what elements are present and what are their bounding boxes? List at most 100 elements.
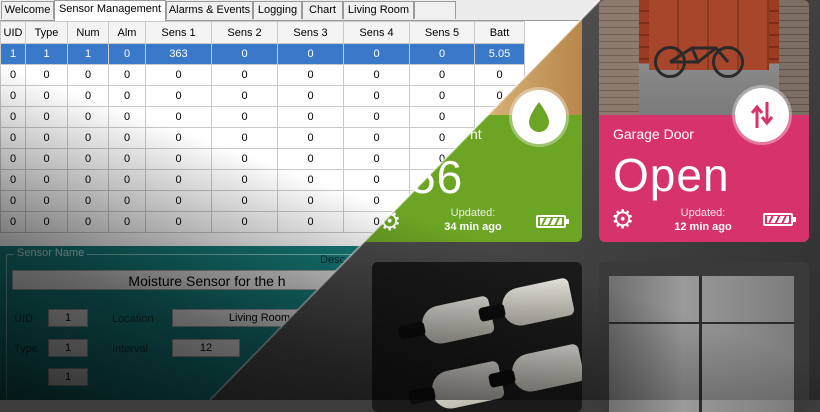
table-cell[interactable]: 0 [67, 85, 109, 107]
column-header[interactable]: Sens 1 [145, 21, 212, 44]
table-cell[interactable]: 0 [343, 127, 410, 149]
table-row[interactable]: 0000000000 [0, 127, 525, 149]
table-cell[interactable]: 0 [145, 190, 212, 212]
table-cell[interactable]: 0 [343, 148, 410, 170]
type-field[interactable]: 1 [48, 339, 88, 357]
table-cell[interactable]: 0 [0, 64, 26, 86]
table-cell[interactable]: 0 [0, 148, 26, 170]
table-cell[interactable]: 0 [25, 127, 68, 149]
garage-tile[interactable]: Garage Door Open Updated: 12 min ago ⚙ [599, 0, 809, 242]
table-cell[interactable]: 0 [67, 211, 109, 233]
table-cell[interactable]: 0 [25, 64, 68, 86]
table-cell[interactable]: 0 [409, 64, 475, 86]
table-cell[interactable]: 0 [211, 64, 278, 86]
table-cell[interactable]: 0 [25, 190, 68, 212]
table-cell[interactable]: 0 [67, 190, 109, 212]
column-header[interactable]: Sens 3 [277, 21, 344, 44]
column-header[interactable]: Alm [108, 21, 146, 44]
tab-chart[interactable]: Chart [302, 1, 343, 19]
column-header[interactable]: Sens 4 [343, 21, 410, 44]
garage-gear-icon[interactable]: ⚙ [611, 206, 634, 232]
table-cell[interactable]: 0 [277, 169, 344, 191]
table-cell[interactable]: 0 [0, 211, 26, 233]
table-cell[interactable]: 363 [145, 43, 212, 65]
table-cell[interactable]: 0 [67, 169, 109, 191]
table-row[interactable]: 0000000000 [0, 106, 525, 128]
table-cell[interactable]: 0 [0, 169, 26, 191]
table-cell[interactable]: 0 [343, 106, 410, 128]
uid-field[interactable]: 1 [48, 309, 88, 327]
table-cell[interactable]: 0 [211, 106, 278, 128]
table-cell[interactable]: 0 [145, 169, 212, 191]
table-cell[interactable]: 0 [474, 64, 525, 86]
table-cell[interactable]: 0 [409, 106, 475, 128]
table-cell[interactable]: 0 [145, 106, 212, 128]
tab-living-room[interactable]: Living Room [343, 1, 414, 19]
table-cell[interactable]: 0 [343, 169, 410, 191]
tab-alarms-events[interactable]: Alarms & Events [166, 1, 253, 19]
table-cell[interactable]: 1 [67, 43, 109, 65]
table-cell[interactable]: 0 [277, 148, 344, 170]
tab-sensor-management[interactable]: Sensor Management [54, 0, 166, 21]
wine-cellar-tile[interactable] [372, 262, 582, 412]
table-cell[interactable]: 0 [25, 148, 68, 170]
table-cell[interactable]: 0 [25, 169, 68, 191]
column-header[interactable]: Sens 5 [409, 21, 475, 44]
table-cell[interactable]: 0 [211, 85, 278, 107]
tab-blank[interactable] [414, 1, 456, 19]
table-cell[interactable]: 0 [211, 127, 278, 149]
table-cell[interactable]: 0 [343, 85, 410, 107]
table-cell[interactable]: 0 [211, 148, 278, 170]
table-cell[interactable]: 0 [0, 85, 26, 107]
table-cell[interactable]: 0 [0, 190, 26, 212]
table-cell[interactable]: 0 [277, 127, 344, 149]
table-cell[interactable]: 0 [108, 148, 146, 170]
table-cell[interactable]: 0 [108, 43, 146, 65]
table-cell[interactable]: 0 [211, 211, 278, 233]
table-row[interactable]: 1 1 1 0 363 0 0 0 0 5.05 [0, 43, 525, 65]
table-cell[interactable]: 0 [25, 211, 68, 233]
table-cell[interactable]: 0 [67, 127, 109, 149]
refrigerator-tile[interactable] [599, 262, 809, 412]
table-cell[interactable]: 0 [145, 85, 212, 107]
interval-field[interactable]: 12 [172, 339, 240, 357]
table-cell[interactable]: 0 [211, 190, 278, 212]
table-cell[interactable]: 0 [277, 85, 344, 107]
table-cell[interactable]: 0 [0, 106, 26, 128]
column-header[interactable]: Batt [474, 21, 525, 44]
column-header[interactable]: Type [25, 21, 68, 44]
table-cell[interactable]: 0 [108, 211, 146, 233]
table-cell[interactable]: 0 [277, 43, 344, 65]
tab-logging[interactable]: Logging [253, 1, 302, 19]
table-cell[interactable]: 0 [145, 127, 212, 149]
column-header[interactable]: Num [67, 21, 109, 44]
table-cell[interactable]: 0 [211, 169, 278, 191]
table-row[interactable]: 0000000000 [0, 85, 525, 107]
table-cell[interactable]: 0 [277, 190, 344, 212]
num-field[interactable]: 1 [48, 368, 88, 386]
table-cell[interactable]: 0 [145, 211, 212, 233]
table-cell[interactable]: 1 [25, 43, 68, 65]
column-header[interactable]: Sens 2 [211, 21, 278, 44]
table-cell[interactable]: 0 [343, 43, 410, 65]
table-cell[interactable]: 0 [108, 85, 146, 107]
column-header[interactable]: UID [0, 21, 26, 44]
table-cell[interactable]: 0 [277, 64, 344, 86]
table-cell[interactable]: 0 [211, 43, 278, 65]
table-cell[interactable]: 1 [0, 43, 26, 65]
table-cell[interactable]: 0 [343, 64, 410, 86]
table-cell[interactable]: 0 [67, 64, 109, 86]
table-cell[interactable]: 0 [108, 106, 146, 128]
table-cell[interactable]: 5.05 [474, 43, 525, 65]
table-cell[interactable]: 0 [108, 127, 146, 149]
table-cell[interactable]: 0 [67, 106, 109, 128]
table-row[interactable]: 0000000000 [0, 64, 525, 86]
table-cell[interactable]: 0 [108, 64, 146, 86]
table-cell[interactable]: 0 [145, 64, 212, 86]
table-cell[interactable]: 0 [277, 211, 344, 233]
table-cell[interactable]: 0 [67, 148, 109, 170]
table-cell[interactable]: 0 [108, 169, 146, 191]
table-cell[interactable]: 0 [409, 85, 475, 107]
tab-welcome[interactable]: Welcome [1, 1, 54, 19]
table-cell[interactable]: 0 [277, 106, 344, 128]
